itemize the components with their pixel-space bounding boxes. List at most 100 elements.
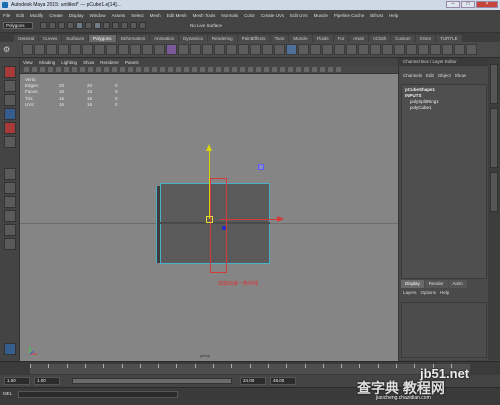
planar-map-icon[interactable] [298, 44, 309, 55]
bevel-icon[interactable] [202, 44, 213, 55]
viewport-toolbar-icon[interactable] [48, 67, 53, 72]
soften-edge-icon[interactable] [430, 44, 441, 55]
menu-window[interactable]: Window [90, 13, 106, 18]
z-axis-handle[interactable] [222, 226, 226, 230]
cylindrical-map-icon[interactable] [310, 44, 321, 55]
menu-create[interactable]: Create [49, 13, 63, 18]
start-time-field[interactable]: 1.00 [4, 377, 30, 385]
viewport-toolbar-icon[interactable] [232, 67, 237, 72]
poly-cone-icon[interactable] [58, 44, 69, 55]
x-axis-handle[interactable] [220, 219, 278, 220]
menu-display[interactable]: Display [69, 13, 84, 18]
viewport-toolbar-icon[interactable] [320, 67, 325, 72]
center-pivot-icon[interactable] [466, 44, 477, 55]
poly-cylinder-icon[interactable] [46, 44, 57, 55]
menu-mesh[interactable]: Mesh [150, 13, 161, 18]
shelf-tab-rendering[interactable]: Rendering [207, 35, 237, 42]
menu-select[interactable]: Select [131, 13, 144, 18]
menu-edit-mesh[interactable]: Edit Mesh [167, 13, 187, 18]
command-input[interactable] [18, 391, 178, 398]
viewport-menu-panels[interactable]: Panels [125, 60, 139, 65]
graph-layout-icon[interactable] [4, 238, 16, 250]
viewport-toolbar-icon[interactable] [40, 67, 45, 72]
shelf-tab-xgen[interactable]: XGen [415, 35, 436, 42]
freeze-icon[interactable] [454, 44, 465, 55]
viewport-toolbar-icon[interactable] [56, 67, 61, 72]
attribute-editor-tab[interactable] [490, 172, 498, 212]
x-arrow-icon[interactable] [277, 216, 284, 222]
open-scene-icon[interactable] [49, 22, 56, 29]
close-button[interactable]: × [476, 1, 498, 8]
layout-four-icon[interactable] [4, 182, 16, 194]
boolean-icon[interactable] [406, 44, 417, 55]
outliner-layout-icon[interactable] [4, 224, 16, 236]
poly-pipe-icon[interactable] [118, 44, 129, 55]
channel-menu-edit[interactable]: Edit [426, 73, 434, 81]
shelf-tab-toon[interactable]: Toon [270, 35, 289, 42]
viewport-toolbar-icon[interactable] [184, 67, 189, 72]
viewport-toolbar-icon[interactable] [200, 67, 205, 72]
bridge-icon[interactable] [190, 44, 201, 55]
y-axis-handle[interactable] [209, 149, 210, 219]
target-weld-icon[interactable] [238, 44, 249, 55]
viewport-toolbar-icon[interactable] [144, 67, 149, 72]
viewport-toolbar-icon[interactable] [288, 67, 293, 72]
layer-tab-display[interactable]: Display [401, 280, 424, 288]
viewport-toolbar-icon[interactable] [336, 67, 341, 72]
viewport-toolbar-icon[interactable] [32, 67, 37, 72]
shelf-tab-deformation[interactable]: Deformation [116, 35, 150, 42]
end-time-field[interactable]: 48.00 [270, 377, 296, 385]
menu-assets[interactable]: Assets [112, 13, 126, 18]
poly-plane-icon[interactable] [70, 44, 81, 55]
poly-helix-icon[interactable] [130, 44, 141, 55]
layout-stack-icon[interactable] [4, 210, 16, 222]
time-ticks[interactable] [30, 364, 470, 374]
shelf-tab-turtle[interactable]: TURTLE [436, 35, 462, 42]
shelf-tab-surfaces[interactable]: Surfaces [62, 35, 89, 42]
snap-grid-icon[interactable] [103, 22, 110, 29]
viewport-toolbar-icon[interactable] [160, 67, 165, 72]
automatic-map-icon[interactable] [334, 44, 345, 55]
gear-icon[interactable]: ⚙ [3, 45, 12, 54]
channel-menu-channels[interactable]: Channels [403, 73, 422, 81]
viewport-menu-show[interactable]: Show [83, 60, 94, 65]
normals-icon[interactable] [418, 44, 429, 55]
viewport-toolbar-icon[interactable] [80, 67, 85, 72]
poly-cube-icon[interactable] [34, 44, 45, 55]
extrude-icon[interactable] [178, 44, 189, 55]
layout-side-icon[interactable] [4, 196, 16, 208]
viewport-toolbar-icon[interactable] [264, 67, 269, 72]
poly-sphere-icon[interactable] [22, 44, 33, 55]
channel-box-tab[interactable] [490, 108, 498, 168]
layer-menu-options[interactable]: Options [421, 290, 437, 298]
viewport-toolbar-icon[interactable] [328, 67, 333, 72]
channel-menu-object[interactable]: Object [438, 73, 451, 81]
menu-help[interactable]: Help [389, 13, 398, 18]
mirror-icon[interactable] [370, 44, 381, 55]
layer-tab-anim[interactable]: Anim [448, 280, 467, 288]
shelf-tab-general[interactable]: General [14, 35, 39, 42]
viewport-toolbar-icon[interactable] [64, 67, 69, 72]
poly-torus-icon[interactable] [82, 44, 93, 55]
maximize-button[interactable]: □ [461, 1, 475, 8]
manipulator-center[interactable] [206, 216, 213, 223]
harden-edge-icon[interactable] [442, 44, 453, 55]
triangulate-icon[interactable] [382, 44, 393, 55]
poly-pyramid-icon[interactable] [106, 44, 117, 55]
command-language-label[interactable]: MEL [3, 391, 12, 396]
combine-icon[interactable] [142, 44, 153, 55]
layer-tab-render[interactable]: Render [424, 280, 448, 288]
viewport-toolbar-icon[interactable] [152, 67, 157, 72]
viewport-toolbar-icon[interactable] [224, 67, 229, 72]
uv-editor-icon[interactable] [286, 44, 297, 55]
viewport-toolbar-icon[interactable] [208, 67, 213, 72]
move-tool-icon[interactable] [4, 108, 16, 120]
shelf-tab-fur[interactable]: Fur [333, 35, 349, 42]
shelf-tab-polygons[interactable]: Polygons [89, 35, 116, 42]
menu-edit[interactable]: Edit [16, 13, 24, 18]
menu-file[interactable]: File [3, 13, 10, 18]
menu-mesh-tools[interactable]: Mesh Tools [193, 13, 216, 18]
viewport-toolbar-icon[interactable] [304, 67, 309, 72]
shelf-tab-ncloth[interactable]: nCloth [369, 35, 391, 42]
shelf-tab-animation[interactable]: Animation [150, 35, 179, 42]
